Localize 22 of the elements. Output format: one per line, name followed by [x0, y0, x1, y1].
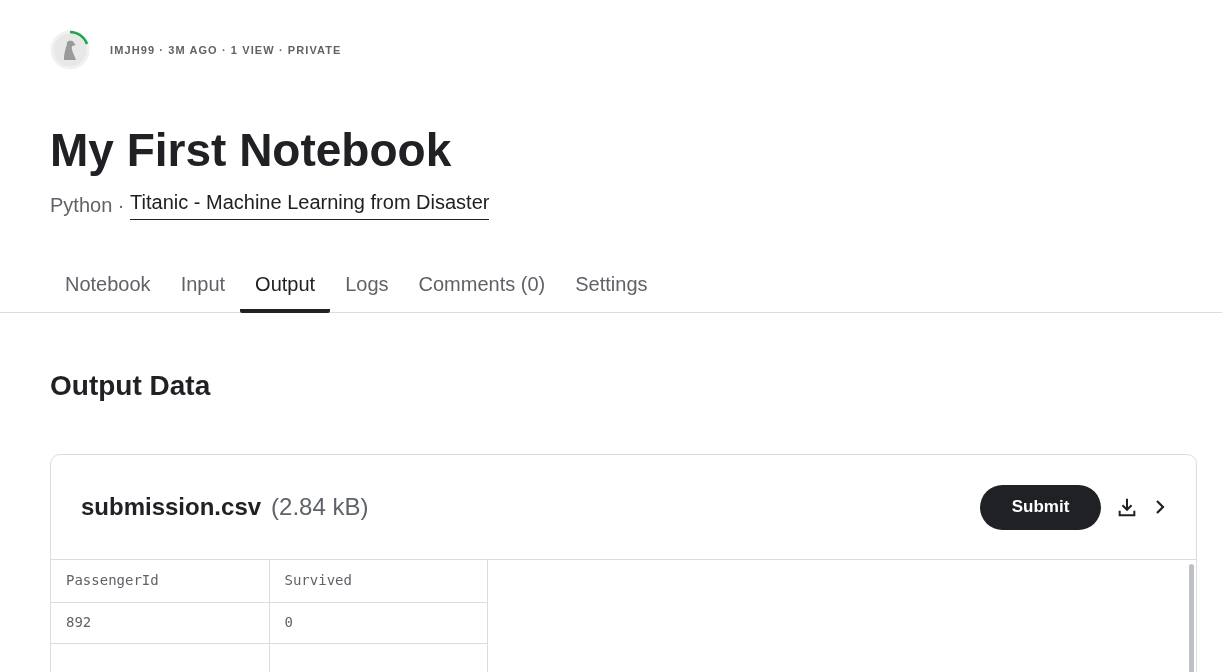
file-size: (2.84 kB) — [271, 492, 369, 522]
tab[interactable]: Output — [240, 256, 331, 313]
table-cell: 0 — [269, 602, 487, 643]
tab[interactable]: Settings — [560, 256, 663, 313]
competition-link[interactable]: Titanic - Machine Learning from Disaster — [130, 190, 490, 220]
column-header: PassengerId — [51, 560, 269, 602]
download-icon[interactable] — [1116, 496, 1138, 518]
notebook-title: My First Notebook — [49, 123, 453, 178]
table-cell: 892 — [51, 602, 269, 643]
tab[interactable]: Comments (0) — [403, 256, 561, 313]
chevron-right-icon[interactable] — [1154, 499, 1166, 515]
column-header: Survived — [269, 560, 487, 602]
submit-button[interactable]: Submit — [980, 484, 1101, 530]
tab[interactable]: Logs — [330, 256, 404, 313]
section-heading: Output Data — [49, 369, 212, 403]
language-label: Python · — [50, 193, 126, 218]
notebook-meta: IMJH99 · 3M AGO · 1 VIEW · PRIVATE — [110, 42, 342, 58]
scrollbar[interactable] — [1189, 564, 1194, 672]
tab[interactable]: Input — [165, 256, 241, 313]
avatar-icon[interactable] — [50, 30, 90, 70]
tab[interactable]: Notebook — [50, 256, 166, 313]
file-name: submission.csv — [81, 492, 262, 522]
